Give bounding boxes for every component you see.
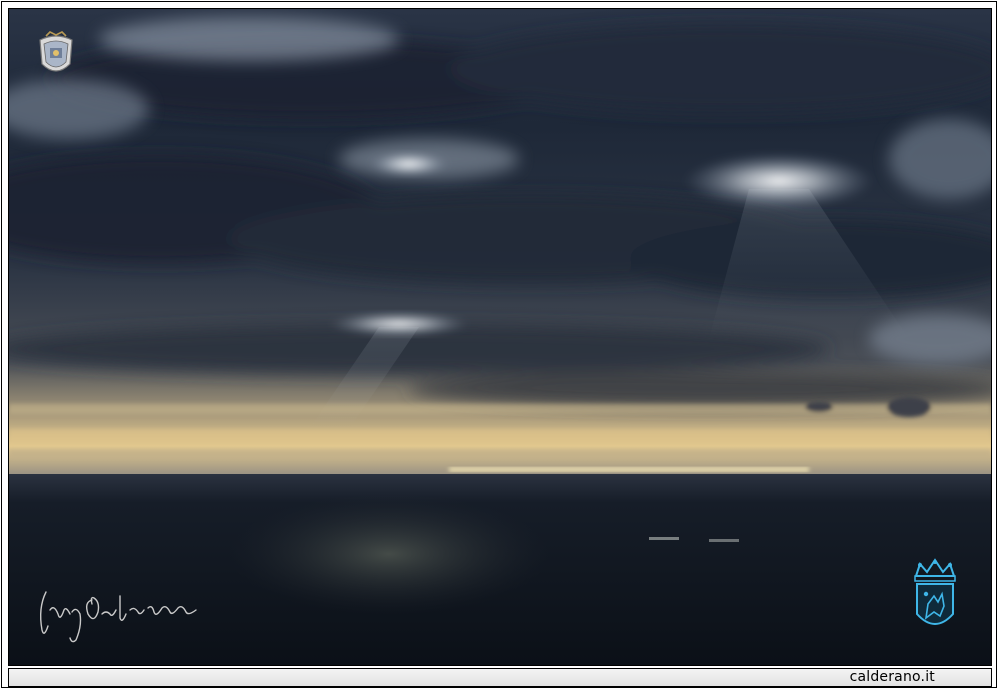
landscape-photo	[8, 8, 992, 666]
coat-of-arms-icon	[39, 31, 73, 72]
crowned-shield-icon	[914, 558, 956, 625]
footer-bar: calderano.it	[8, 668, 992, 687]
handwritten-signature-icon	[39, 591, 197, 643]
site-label[interactable]: calderano.it	[850, 669, 935, 686]
